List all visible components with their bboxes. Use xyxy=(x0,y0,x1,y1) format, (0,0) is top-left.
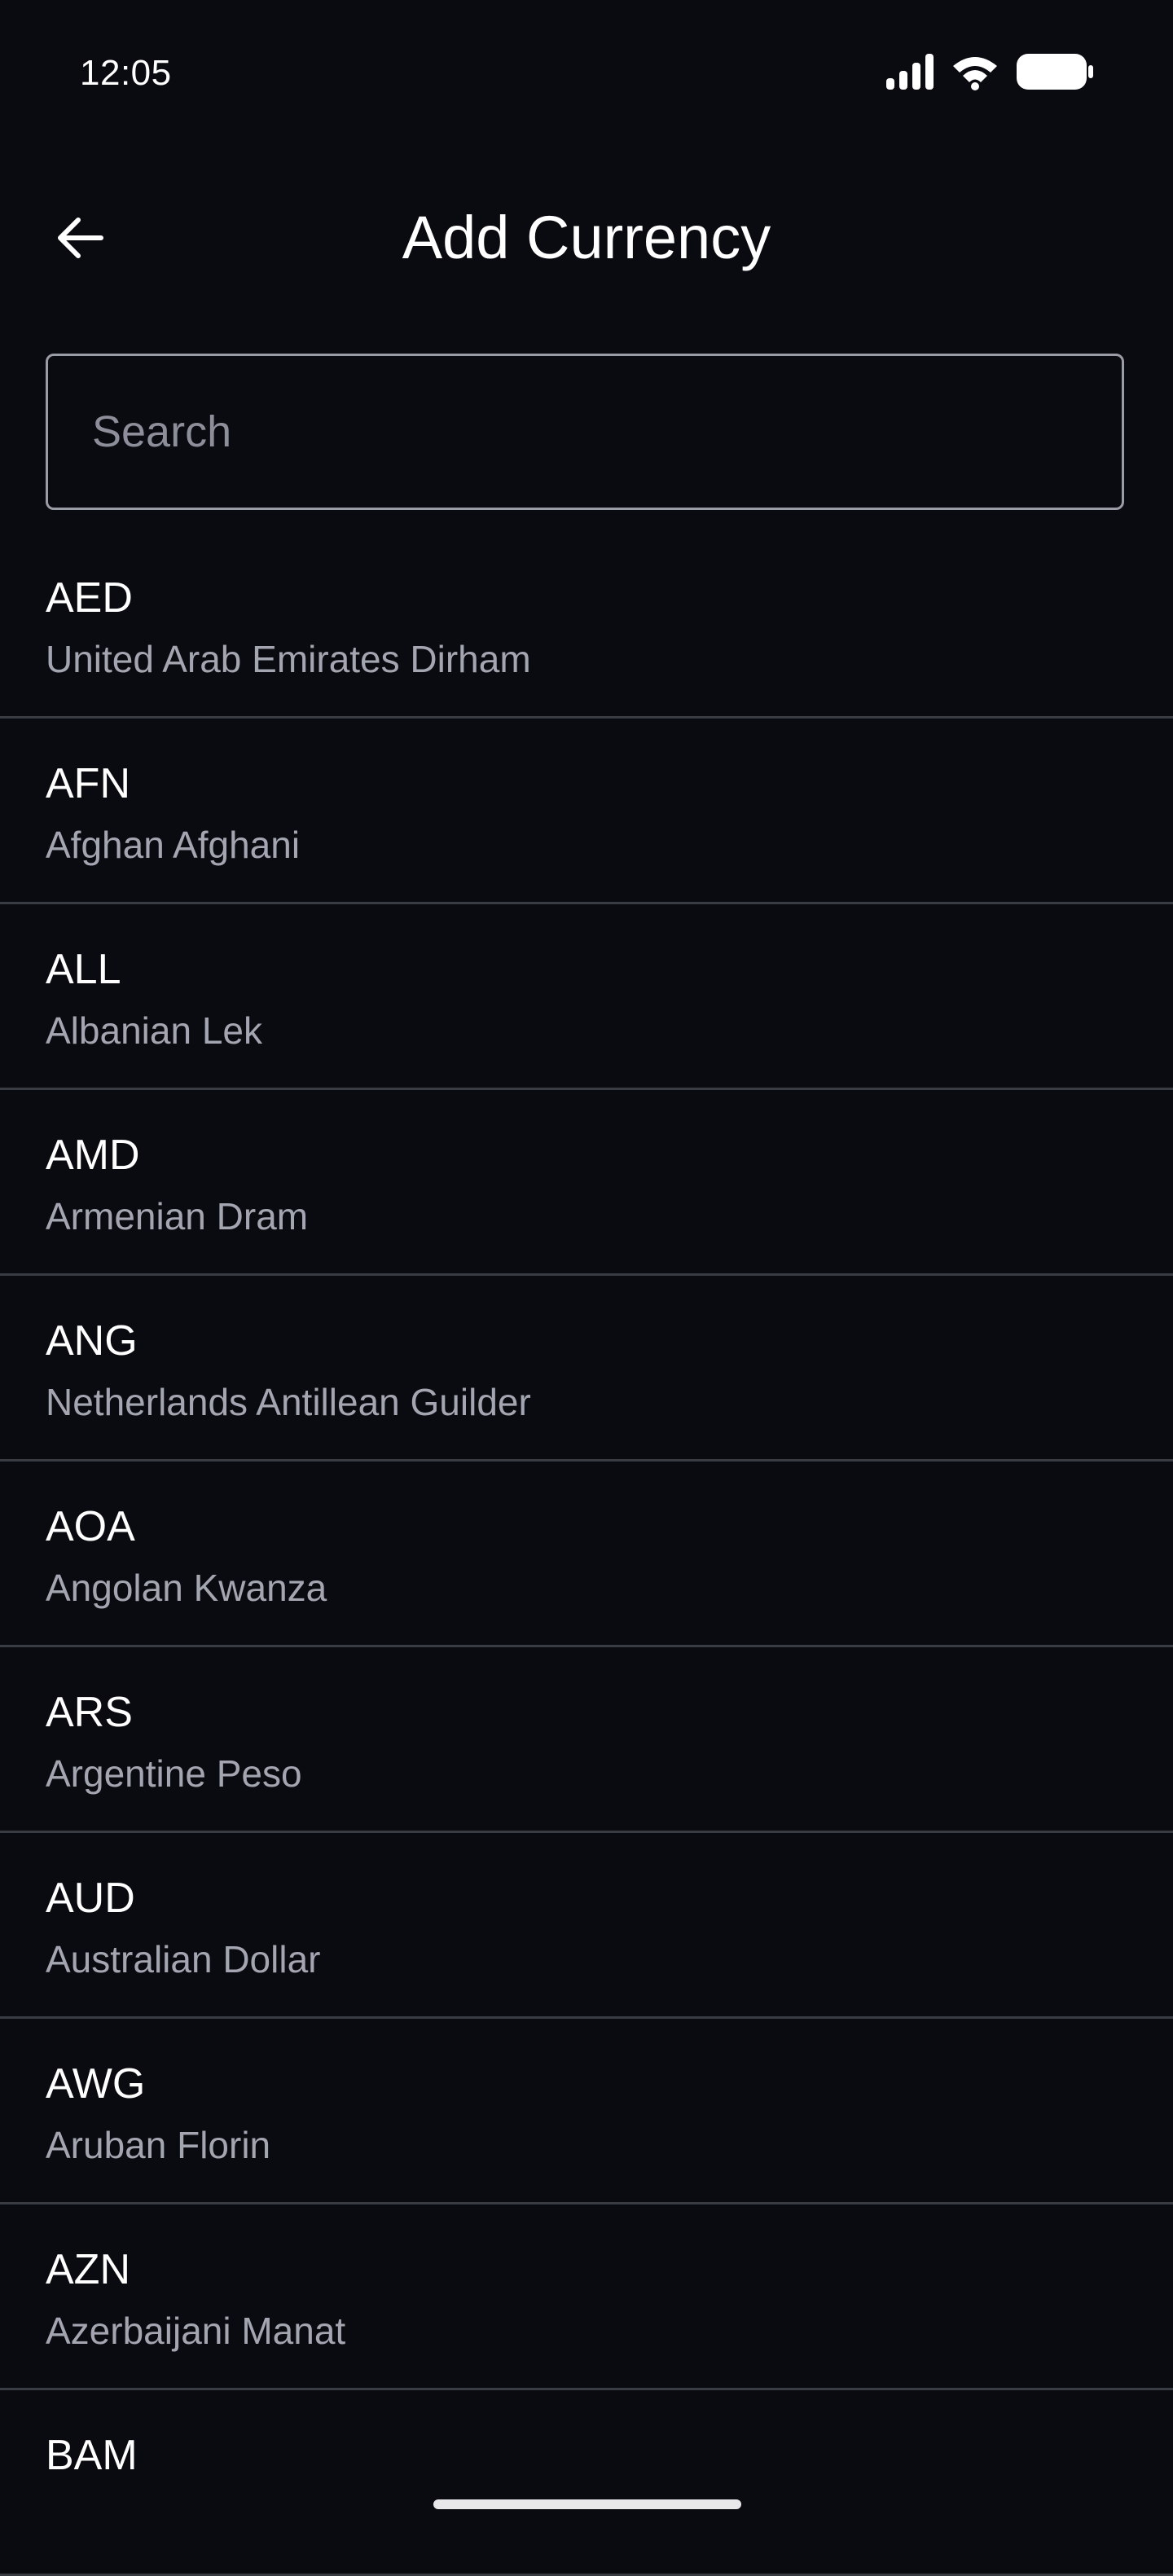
currency-list-item[interactable]: AOA Angolan Kwanza xyxy=(0,1462,1173,1647)
currency-code: AMD xyxy=(46,1132,140,1179)
currency-code: AOA xyxy=(46,1503,135,1550)
currency-code: ALL xyxy=(46,946,121,993)
page-title: Add Currency xyxy=(402,204,771,271)
currency-name: Netherlands Antillean Guilder xyxy=(46,1381,531,1423)
currency-list-item[interactable]: AFN Afghan Afghani xyxy=(0,719,1173,904)
currency-list-item[interactable]: BAM xyxy=(0,2390,1173,2576)
status-bar: 12:05 xyxy=(0,0,1173,147)
currency-name: United Arab Emirates Dirham xyxy=(46,638,531,680)
app-bar: Add Currency xyxy=(0,163,1173,318)
signal-icon xyxy=(886,53,935,94)
currency-name: Argentine Peso xyxy=(46,1752,302,1795)
battery-icon xyxy=(1015,52,1095,95)
currency-name: Aruban Florin xyxy=(46,2124,271,2166)
currency-list: AED United Arab Emirates Dirham AFN Afghan … xyxy=(0,533,1173,2576)
currency-name: Afghan Afghani xyxy=(46,824,301,866)
currency-code: AED xyxy=(46,574,133,622)
currency-name: Australian Dollar xyxy=(46,1938,321,1980)
currency-list-item[interactable]: ALL Albanian Lek xyxy=(0,904,1173,1090)
status-time: 12:05 xyxy=(80,53,172,93)
currency-code: BAM xyxy=(46,2432,138,2479)
currency-code: AUD xyxy=(46,1875,135,1922)
currency-code: ANG xyxy=(46,1317,138,1365)
currency-name: Angolan Kwanza xyxy=(46,1567,327,1609)
currency-code: AZN xyxy=(46,2246,130,2293)
search-box[interactable] xyxy=(46,354,1124,510)
wifi-icon xyxy=(951,53,999,95)
currency-list-item[interactable]: ANG Netherlands Antillean Guilder xyxy=(0,1276,1173,1462)
currency-list-item[interactable]: ARS Argentine Peso xyxy=(0,1647,1173,1833)
currency-list-item[interactable]: AMD Armenian Dram xyxy=(0,1090,1173,1276)
currency-list-item[interactable]: AUD Australian Dollar xyxy=(0,1833,1173,2019)
currency-code: ARS xyxy=(46,1689,133,1736)
currency-name: Albanian Lek xyxy=(46,1009,262,1052)
currency-code: AFN xyxy=(46,760,130,807)
currency-list-item[interactable]: AED United Arab Emirates Dirham xyxy=(0,533,1173,719)
currency-list-item[interactable]: AWG Aruban Florin xyxy=(0,2019,1173,2205)
currency-code: AWG xyxy=(46,2060,146,2108)
search-input[interactable] xyxy=(48,356,1122,508)
currency-name: Azerbaijani Manat xyxy=(46,2310,346,2352)
status-icons xyxy=(886,52,1095,95)
currency-name: Armenian Dram xyxy=(46,1195,309,1237)
currency-list-item[interactable]: AZN Azerbaijani Manat xyxy=(0,2205,1173,2390)
home-indicator xyxy=(433,2499,741,2509)
